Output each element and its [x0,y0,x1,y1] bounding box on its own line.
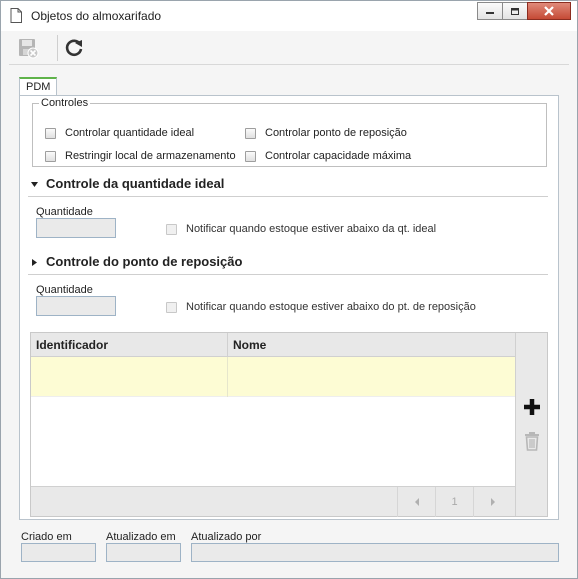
quantidade-ideal-input[interactable] [36,218,116,238]
maximize-button[interactable] [502,2,528,20]
atualizado-por-label: Atualizado por [191,531,262,543]
chevron-right-icon [490,498,495,506]
checkbox-box[interactable] [166,223,177,235]
checkbox-box[interactable] [166,301,177,313]
checkbox-notificar-qt-ideal[interactable]: Notificar quando estoque estiver abaixo … [166,223,436,235]
minimize-icon [486,12,494,14]
section-title: Controle da quantidade ideal [46,176,225,191]
tab-pdm[interactable]: PDM [19,77,58,96]
column-header-identificador[interactable]: Identificador [31,333,228,357]
checkbox-box[interactable] [245,127,256,139]
tab-panel-pdm: Controles Controlar quantidade ideal Con… [19,95,559,520]
criado-em-field [21,543,96,562]
column-header-nome[interactable]: Nome [228,333,515,357]
section-controle-quantidade-ideal[interactable]: Controle da quantidade ideal [28,175,548,197]
delete-button[interactable] [522,431,542,451]
checkbox-box[interactable] [245,150,256,162]
close-button[interactable] [527,2,571,20]
toolbar [9,31,569,65]
save-close-button[interactable] [15,35,41,61]
checkbox-label: Controlar capacidade máxima [265,150,412,162]
add-button[interactable] [522,397,542,417]
prev-page-button[interactable] [397,487,435,517]
checkbox-label: Notificar quando estoque estiver abaixo … [186,223,437,235]
minimize-button[interactable] [477,2,503,20]
criado-em-label: Criado em [21,531,72,543]
section-title: Controle do ponto de reposição [46,254,243,269]
caret-right-icon [32,259,37,266]
checkbox-label: Restringir local de armazenamento [65,150,236,162]
grid-header: Identificador Nome [31,333,515,357]
trash-icon [525,432,539,451]
quantidade-reposicao-input[interactable] [36,296,116,316]
grid-pagination: 1 [31,486,515,517]
next-page-button[interactable] [473,487,511,517]
atualizado-em-label: Atualizado em [106,531,176,543]
chevron-left-icon [414,498,419,506]
checkbox-restringir-local[interactable]: Restringir local de armazenamento [45,150,236,162]
caret-down-icon [31,182,38,187]
window-controls [477,2,571,22]
window-title: Objetos do almoxarifado [31,9,162,23]
dialog-window: Objetos do almoxarifado PDM Controles Co… [0,0,578,579]
section-controle-ponto-reposicao[interactable]: Controle do ponto de reposição [28,253,548,275]
checkbox-label: Notificar quando estoque estiver abaixo … [186,301,476,313]
cell-nome[interactable] [228,357,515,397]
checkbox-controlar-ponto-reposicao[interactable]: Controlar ponto de reposição [245,127,407,139]
refresh-icon [65,39,83,57]
table-row[interactable] [31,357,515,397]
controles-group: Controles Controlar quantidade ideal Con… [32,97,547,167]
checkbox-notificar-pt-reposicao[interactable]: Notificar quando estoque estiver abaixo … [166,301,476,313]
quantidade-label: Quantidade [36,284,93,296]
quantidade-label: Quantidade [36,206,93,218]
data-grid: Identificador Nome 1 [30,332,548,517]
cell-identificador[interactable] [31,357,228,397]
checkbox-controlar-capacidade-maxima[interactable]: Controlar capacidade máxima [245,150,411,162]
atualizado-em-field [106,543,181,562]
title-bar[interactable]: Objetos do almoxarifado [1,1,577,31]
close-icon [544,6,554,16]
checkbox-label: Controlar ponto de reposição [265,127,407,139]
checkbox-box[interactable] [45,127,56,139]
refresh-button[interactable] [61,35,87,61]
plus-icon [524,399,540,415]
checkbox-controlar-quantidade-ideal[interactable]: Controlar quantidade ideal [45,127,194,139]
save-disabled-icon [19,39,39,59]
controles-legend: Controles [41,97,89,109]
atualizado-por-field [191,543,559,562]
maximize-icon [511,7,519,15]
toolbar-separator [57,35,58,61]
grid-side-toolbar [515,333,547,516]
page-number: 1 [435,487,473,517]
checkbox-box[interactable] [45,150,56,162]
checkbox-label: Controlar quantidade ideal [65,127,195,139]
document-icon [10,8,22,23]
